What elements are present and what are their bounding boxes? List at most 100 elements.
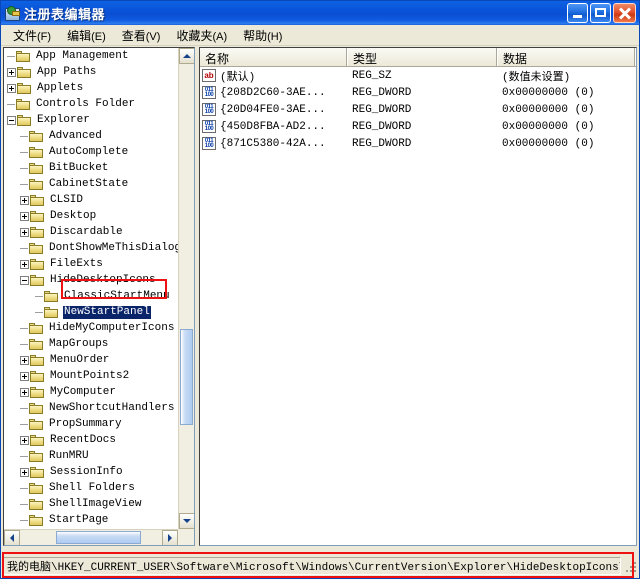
tree-item-propsummary[interactable]: PropSummary <box>4 416 178 432</box>
menu-view[interactable]: 查看(V) <box>114 25 169 46</box>
tree-horizontal-scroll-thumb[interactable] <box>56 531 141 544</box>
tree-item-cabinetstate[interactable]: CabinetState <box>4 176 178 192</box>
tree-item-hidedesktopicons[interactable]: HideDesktopIcons <box>4 272 178 288</box>
dword-value-icon: 011 100 <box>202 86 216 99</box>
tree-item-applets[interactable]: Applets <box>4 80 178 96</box>
close-button[interactable] <box>613 3 636 23</box>
resize-grip[interactable] <box>623 559 637 573</box>
tree-item-bitbucket[interactable]: BitBucket <box>4 160 178 176</box>
folder-icon <box>29 130 45 143</box>
tree-item-hidemycomputericons[interactable]: HideMyComputerIcons <box>4 320 178 336</box>
tree-item-shellimageview[interactable]: ShellImageView <box>4 496 178 512</box>
tree-item-startpage[interactable]: StartPage <box>4 512 178 528</box>
menu-help[interactable]: 帮助(H) <box>235 25 290 46</box>
tree-item-app-paths[interactable]: App Paths <box>4 64 178 80</box>
expand-icon[interactable] <box>20 195 29 205</box>
tree-item-label: MyComputer <box>50 385 117 398</box>
expand-icon[interactable] <box>7 67 16 77</box>
expand-icon[interactable] <box>20 435 29 445</box>
value-type: REG_SZ <box>352 69 392 82</box>
value-row[interactable]: 011 100 {208D2C60-3AE... REG_DWORD 0x0000000… <box>200 84 636 101</box>
expand-icon[interactable] <box>20 387 29 397</box>
value-name-cell: 011 100 {208D2C60-3AE... <box>200 86 348 99</box>
dword-value-icon: 011 100 <box>202 137 216 150</box>
tree-scroll-right-button[interactable] <box>162 530 178 545</box>
value-row[interactable]: 011 100 {20D04FE0-3AE... REG_DWORD 0x0000000… <box>200 101 636 118</box>
menu-edit[interactable]: 编辑(E) <box>59 25 114 46</box>
tree-item-discardable[interactable]: Discardable <box>4 224 178 240</box>
tree-item-advanced[interactable]: Advanced <box>4 128 178 144</box>
folder-icon <box>29 162 45 175</box>
column-header-data[interactable]: 数据 <box>498 48 636 66</box>
tree-item-dontshowmethisdialoga[interactable]: DontShowMeThisDialogA <box>4 240 178 256</box>
column-header-name[interactable]: 名称 <box>200 48 348 66</box>
value-name: {208D2C60-3AE... <box>220 86 326 99</box>
menu-help-mnemonic: (H) <box>267 30 283 43</box>
tree-scroll-up-button[interactable] <box>179 48 194 64</box>
tree-horizontal-scrollbar[interactable] <box>4 529 178 545</box>
expand-icon[interactable] <box>20 467 29 477</box>
registry-values-pane[interactable]: 名称 类型 数据 ab (默认) REG_SZ (数值未设置) 011 100 {208D2… <box>199 47 637 546</box>
status-bar: 我的电脑\HKEY_CURRENT_USER\Software\Microsof… <box>1 556 639 578</box>
tree-item-controls-folder[interactable]: Controls Folder <box>4 96 178 112</box>
tree-item-label: RunMRU <box>49 449 89 462</box>
expand-icon[interactable] <box>20 227 29 237</box>
expand-icon[interactable] <box>20 355 29 365</box>
tree-item-label: Discardable <box>50 225 123 238</box>
minimize-button[interactable] <box>567 3 588 23</box>
tree-item-autocomplete[interactable]: AutoComplete <box>4 144 178 160</box>
main-body: App Management App Paths Applets Controls F… <box>1 46 639 547</box>
tree-vertical-scrollbar[interactable] <box>178 48 194 529</box>
tree-item-desktop[interactable]: Desktop <box>4 208 178 224</box>
value-data: 0x00000000 (0) <box>502 103 595 116</box>
chevron-down-icon <box>183 519 191 523</box>
expand-icon[interactable] <box>20 259 29 269</box>
menu-favorites[interactable]: 收藏夹(A) <box>168 25 235 46</box>
tree-item-label: DontShowMeThisDialogA <box>49 241 178 254</box>
current-key-path: 我的电脑\HKEY_CURRENT_USER\Software\Microsof… <box>7 562 621 574</box>
registry-tree-pane[interactable]: App Management App Paths Applets Controls F… <box>3 47 195 546</box>
tree-item-newshortcuthandlers[interactable]: NewShortcutHandlers <box>4 400 178 416</box>
tree-item-sessioninfo[interactable]: SessionInfo <box>4 464 178 480</box>
tree-item-runmru[interactable]: RunMRU <box>4 448 178 464</box>
tree-item-mountpoints2[interactable]: MountPoints2 <box>4 368 178 384</box>
menu-file[interactable]: 文件(F) <box>5 25 59 46</box>
collapse-icon[interactable] <box>20 275 29 285</box>
tree-item-mapgroups[interactable]: MapGroups <box>4 336 178 352</box>
tree-item-fileexts[interactable]: FileExts <box>4 256 178 272</box>
tree-vertical-scroll-thumb[interactable] <box>180 329 193 425</box>
tree-item-explorer[interactable]: Explorer <box>4 112 178 128</box>
folder-icon <box>30 370 46 383</box>
value-row[interactable]: 011 100 {450D8FBA-AD2... REG_DWORD 0x0000000… <box>200 118 636 135</box>
expand-icon[interactable] <box>20 371 29 381</box>
tree-item-shell-folders[interactable]: Shell Folders <box>4 480 178 496</box>
folder-icon <box>29 498 45 511</box>
expand-icon[interactable] <box>7 83 16 93</box>
tree-line <box>20 167 28 169</box>
tree-line <box>20 455 28 457</box>
value-type: REG_DWORD <box>352 86 412 99</box>
tree-item-app-management[interactable]: App Management <box>4 48 178 64</box>
tree-item-classicstartmenu[interactable]: ClassicStartMenu <box>4 288 178 304</box>
window-controls <box>567 3 636 23</box>
menu-view-label: 查看 <box>121 28 146 43</box>
tree-scroll-down-button[interactable] <box>179 513 194 529</box>
value-row[interactable]: ab (默认) REG_SZ (数值未设置) <box>200 67 636 84</box>
column-header-type[interactable]: 类型 <box>348 48 498 66</box>
tree-item-label: RecentDocs <box>50 433 117 446</box>
tree-item-mycomputer[interactable]: MyComputer <box>4 384 178 400</box>
collapse-icon[interactable] <box>7 115 16 125</box>
status-path-field: 我的电脑\HKEY_CURRENT_USER\Software\Microsof… <box>3 557 621 575</box>
maximize-button[interactable] <box>590 3 611 23</box>
tree-scroll-corner <box>178 529 194 545</box>
tree-scroll-left-button[interactable] <box>4 530 20 545</box>
tree-item-label: FileExts <box>50 257 103 270</box>
tree-item-newstartpanel[interactable]: NewStartPanel <box>4 304 178 320</box>
folder-icon <box>29 338 45 351</box>
expand-icon[interactable] <box>20 211 29 221</box>
value-row[interactable]: 011 100 {871C5380-42A... REG_DWORD 0x0000000… <box>200 135 636 152</box>
tree-item-menuorder[interactable]: MenuOrder <box>4 352 178 368</box>
tree-item-recentdocs[interactable]: RecentDocs <box>4 432 178 448</box>
tree-item-clsid[interactable]: CLSID <box>4 192 178 208</box>
tree-item-label: ShellImageView <box>49 497 142 510</box>
